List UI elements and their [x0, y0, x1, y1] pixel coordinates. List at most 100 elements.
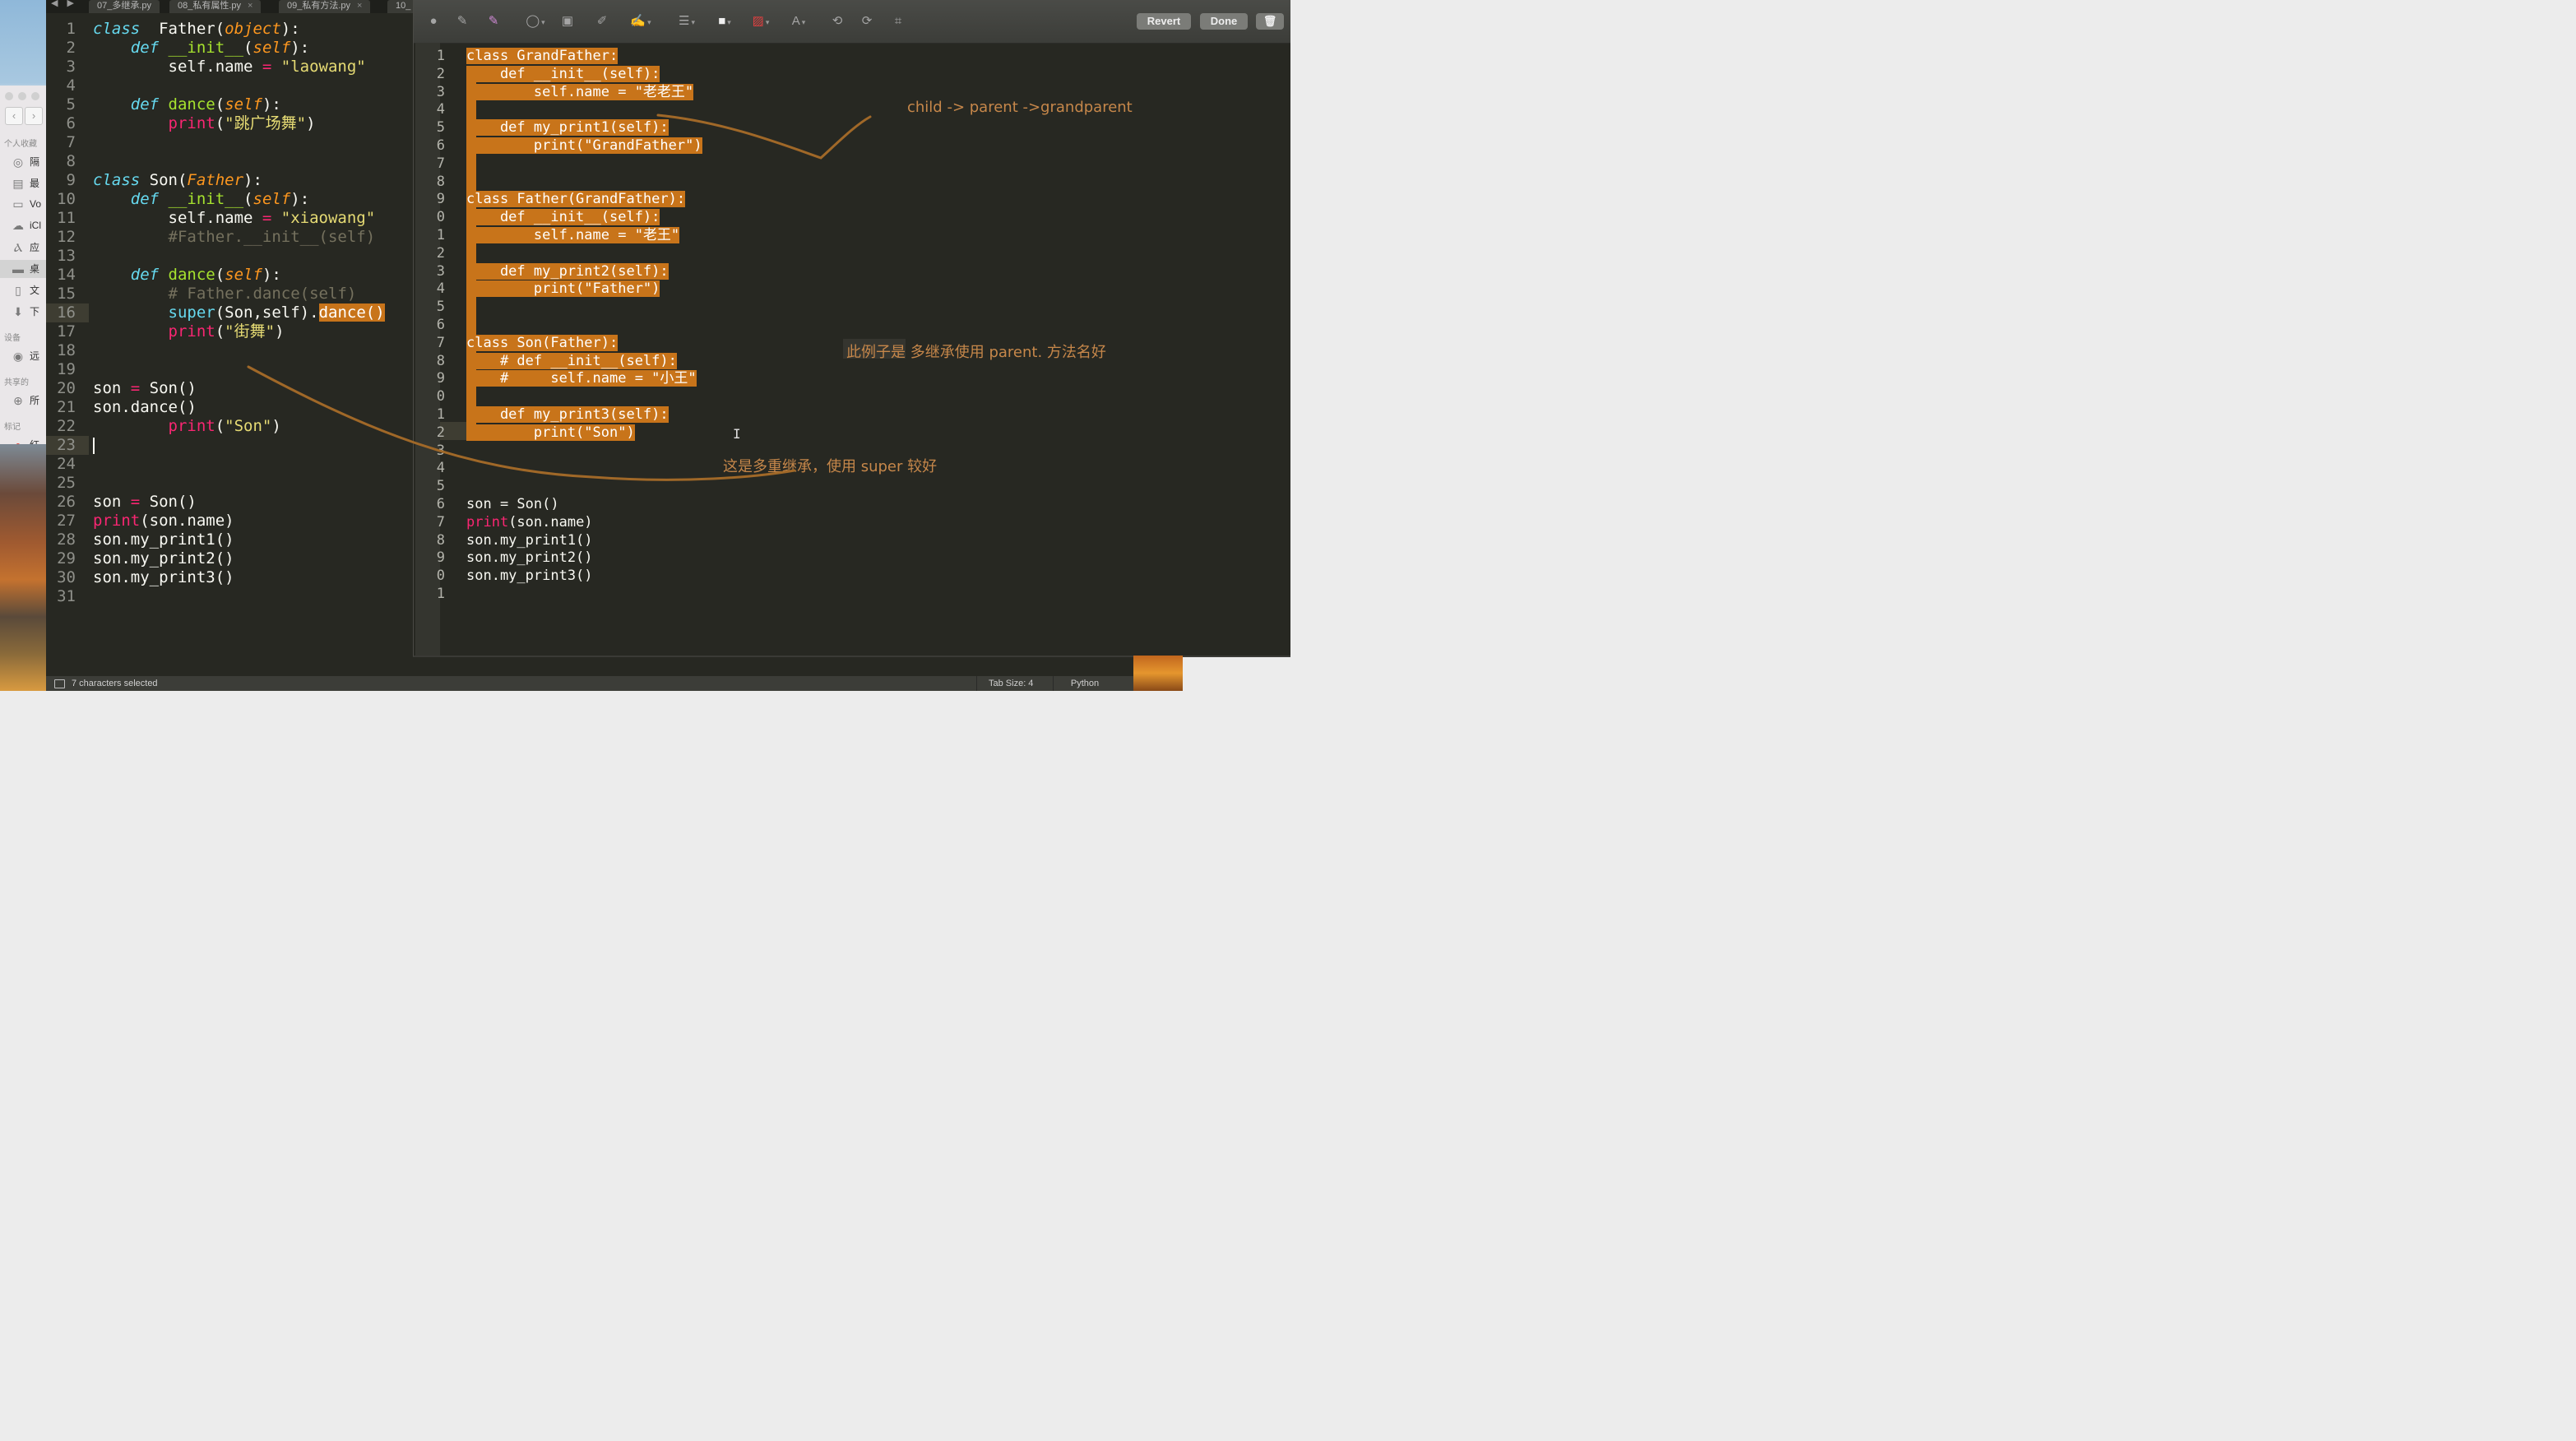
rotate-right-icon[interactable]: ⟳ [858, 12, 876, 31]
done-button[interactable]: Done [1200, 13, 1248, 30]
code-line: #Father.__init__(self) [93, 228, 376, 246]
line-number: 8 [66, 152, 76, 170]
fill-color-icon[interactable]: ▨ ▾ [746, 12, 776, 31]
screenshot-code-line: print("Father") [466, 280, 660, 298]
desktop-wallpaper-edge [1133, 656, 1183, 691]
line-number: 6 [436, 496, 445, 512]
screenshot-code-line [466, 298, 475, 316]
screenshot-code-line: class GrandFather: [466, 48, 619, 64]
shared-section-title: 共享的 [4, 378, 29, 387]
crop-icon[interactable]: ⌗ [889, 12, 907, 31]
line-number: 22 [57, 417, 76, 435]
annotation-note-super[interactable]: 这是多重继承，使用 super 较好 [723, 455, 937, 476]
sidebar-item-applications[interactable]: Ⲁ应 [12, 240, 39, 254]
sidebar-item-airdrop[interactable]: ◎ 隔 [12, 155, 39, 169]
sidebar-item-desktop[interactable]: ▬ 桌 [0, 260, 46, 278]
line-number: 14 [57, 266, 76, 284]
code-line: print("跳广场舞") [168, 114, 316, 132]
screenshot-code-line: self.name = "老王" [466, 227, 680, 243]
desktop-wallpaper [0, 444, 46, 691]
line-number: 17 [57, 322, 76, 341]
code-line: def __init__(self): [130, 39, 310, 57]
panel-toggle-icon[interactable] [54, 679, 65, 688]
tab-label: 09_私有方法.py [287, 1, 351, 11]
trash-icon: 🗑 [1263, 15, 1277, 27]
line-number: 1 [436, 227, 445, 243]
draw-tool-icon[interactable]: ✎ [483, 12, 504, 31]
record-icon[interactable]: ● [425, 12, 442, 31]
line-number: 8 [436, 173, 445, 190]
sidebar-item-label: Vo [30, 198, 42, 210]
highlight-tool-icon[interactable]: ✐ [593, 12, 611, 31]
annotation-note-inheritance-chain[interactable]: child -> parent ->grandparent [907, 99, 1133, 116]
tab-private-attribute[interactable]: 08_私有属性.py × [169, 0, 262, 13]
line-number: 4 [436, 460, 445, 477]
line-number: 9 [436, 549, 445, 567]
code-line: son = Son() [93, 493, 197, 511]
document-icon: ▯ [15, 283, 21, 297]
line-number: 5 [436, 299, 445, 316]
annotation-note-parent-method[interactable]: 此例子是 多继承使用 parent. 方法名好 [846, 341, 1106, 362]
shapes-tool-icon[interactable]: ◯ ▾ [521, 12, 550, 31]
code-line: self.name = "xiaowang" [93, 209, 376, 227]
revert-button[interactable]: Revert [1137, 13, 1191, 30]
applications-icon: Ⲁ [13, 240, 23, 254]
line-number: 31 [57, 587, 76, 605]
forward-button[interactable]: › [25, 107, 43, 125]
zoom-window-button[interactable] [31, 92, 39, 100]
screenshot-code-line [466, 244, 475, 262]
cloud-icon: ☁ [12, 219, 24, 232]
line-number: 2 [66, 39, 76, 57]
line-number: 1 [436, 406, 445, 423]
chevron-left-icon: ‹ [12, 109, 16, 122]
sidebar-item-recents[interactable]: ▤ 最 [12, 176, 39, 190]
sidebar-item-shared-all[interactable]: ⊕ 所 [12, 393, 39, 407]
line-number: 7 [436, 513, 445, 531]
border-color-icon[interactable]: ■ ▾ [710, 12, 739, 31]
rotate-left-icon[interactable]: ⟲ [828, 12, 846, 31]
text-style-icon[interactable]: A ▾ [784, 12, 813, 31]
close-tab-icon[interactable]: × [248, 1, 253, 11]
sidebar-item-icloud[interactable]: ☁ iCl [12, 219, 41, 232]
tab-multi-inheritance[interactable]: 07_多继承.py [89, 0, 160, 13]
line-number: 3 [436, 262, 445, 280]
text-tool-icon[interactable]: ▣ [558, 12, 577, 31]
sidebar-item-downloads[interactable]: ⬇ 下 [12, 304, 39, 318]
screenshot-code-line [466, 316, 475, 334]
code-line: super(Son,self).dance() [168, 303, 385, 322]
close-window-button[interactable] [5, 92, 13, 100]
close-tab-icon[interactable]: × [357, 1, 362, 11]
line-number: 7 [66, 133, 76, 151]
line-number: 0 [436, 388, 445, 405]
minimize-window-button[interactable] [18, 92, 26, 100]
line-number: 6 [436, 137, 445, 154]
delete-button[interactable]: 🗑 [1256, 13, 1284, 30]
text-caret [93, 438, 95, 454]
syntax-selector[interactable]: Python [1053, 676, 1116, 691]
screenshot-code-line: class Son(Father): [466, 334, 619, 351]
sidebar-item-volume[interactable]: ▭ Vo [12, 197, 41, 211]
screenshot-code-line [466, 173, 475, 191]
line-number: 25 [57, 474, 76, 492]
line-style-icon[interactable]: ☰ ▾ [672, 12, 702, 31]
sidebar-item-documents[interactable]: ▯ 文 [12, 283, 39, 297]
tab-nav-arrows-icon[interactable]: ◀ ▶ [51, 0, 77, 8]
tab-size-selector[interactable]: Tab Size: 4 [976, 676, 1053, 691]
tab-private-method[interactable]: 09_私有方法.py × [279, 0, 371, 13]
sketch-tool-icon[interactable]: ✎ [453, 12, 471, 31]
line-number: 1 [66, 20, 76, 38]
line-number: 6 [66, 114, 76, 132]
signature-tool-icon[interactable]: ✍ ▾ [626, 12, 656, 31]
line-number: 28 [57, 531, 76, 549]
screenshot-code-line: self.name = "老老王" [466, 83, 694, 100]
back-button[interactable]: ‹ [5, 107, 23, 125]
line-number: 27 [57, 512, 76, 530]
tab-label: 08_私有属性.py [178, 1, 242, 11]
markup-toolbar: ● ✎ ✎ ◯ ▾ ▣ ✐ ✍ ▾ ☰ ▾ ■ ▾ ▨ ▾ A ▾ ⟲ ⟳ ⌗ Revert… [414, 0, 1290, 44]
line-number: 1 [436, 586, 445, 602]
tab-label: 10_ [396, 1, 411, 11]
screenshot-code-line: son.my_print1() [466, 531, 593, 549]
sidebar-item-remote-disc[interactable]: ◉ 远 [12, 349, 39, 363]
sidebar-item-tag-red[interactable]: ●红 [12, 438, 39, 445]
line-number: 5 [66, 95, 76, 114]
